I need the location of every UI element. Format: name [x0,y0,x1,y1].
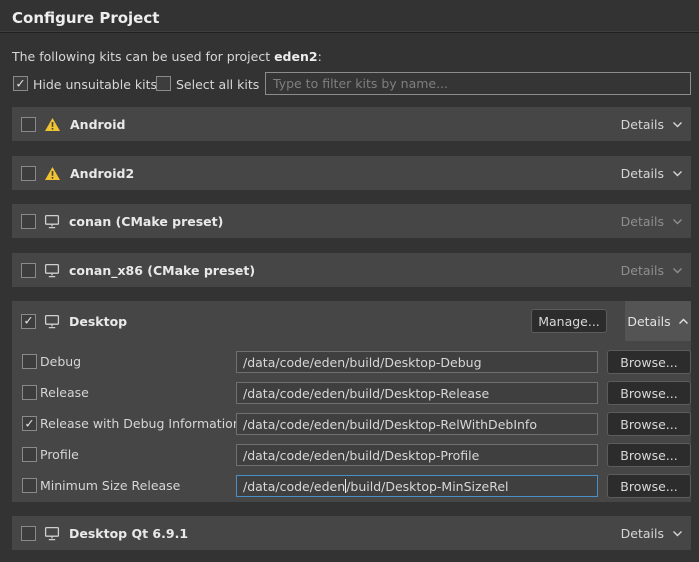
build-config-label: Release with Debug Information [40,412,241,436]
details-button[interactable]: Details [621,204,683,238]
build-config-label: Debug [40,350,81,374]
details-button[interactable]: Details [621,107,683,141]
kit-row-android: Android Details [12,107,691,141]
browse-button[interactable]: Browse... [607,381,691,405]
browse-button[interactable]: Browse... [607,474,691,498]
kit-row-android2: Android2 Details [12,156,691,190]
build-config-row-profile: Profile Browse... [12,443,691,467]
manage-kits-button[interactable]: Manage... [531,309,607,333]
build-dir-input[interactable] [236,444,598,466]
kit-name: Android2 [70,166,134,181]
hide-unsuitable-checkbox[interactable]: ✓ [13,76,28,91]
page-title: Configure Project [12,9,159,27]
chevron-down-icon [672,530,683,537]
build-config-row-debug: Debug Browse... [12,350,691,374]
kit-filter-input[interactable] [265,72,691,95]
chevron-down-icon [672,170,683,177]
kit-row-desktop-qt: Desktop Qt 6.9.1 Details [12,516,691,550]
kit-name: Android [70,117,126,132]
build-dir-input[interactable] [236,382,598,404]
build-config-row-relwithdebinfo: ✓ Release with Debug Information Browse.… [12,412,691,436]
warning-icon [44,117,61,132]
kit-checkbox[interactable] [21,526,36,541]
build-dir-input[interactable]: /data/code/eden/build/Desktop-MinSizeRel [236,475,598,497]
details-label: Details [621,526,664,541]
build-config-checkbox[interactable] [22,385,37,400]
details-label: Details [621,214,664,229]
monitor-icon [44,263,60,278]
details-button[interactable]: Details [621,516,683,550]
kit-name: Desktop Qt 6.9.1 [69,526,188,541]
check-icon: ✓ [15,77,25,89]
browse-button[interactable]: Browse... [607,412,691,436]
browse-button[interactable]: Browse... [607,443,691,467]
monitor-icon [44,314,60,329]
kit-name: conan (CMake preset) [69,214,223,229]
select-all-checkbox[interactable] [156,76,171,91]
kit-checkbox[interactable]: ✓ [21,314,36,329]
title-separator [0,31,699,33]
build-config-label: Minimum Size Release [40,474,180,498]
build-dir-input[interactable] [236,351,598,373]
kits-hint-text: The following kits can be used for proje… [12,49,322,64]
monitor-icon [44,214,60,229]
hide-unsuitable-label: Hide unsuitable kits [33,77,157,92]
select-all-label: Select all kits [176,77,259,92]
monitor-icon [44,526,60,541]
build-config-label: Release [40,381,89,405]
kit-name: conan_x86 (CMake preset) [69,263,255,278]
build-config-checkbox[interactable] [22,354,37,369]
build-config-checkbox[interactable]: ✓ [22,416,37,431]
chevron-down-icon [672,121,683,128]
build-config-row-minsizerel: Minimum Size Release /data/code/eden/bui… [12,474,691,498]
build-dir-input[interactable] [236,413,598,435]
build-config-checkbox[interactable] [22,447,37,462]
check-icon: ✓ [24,417,34,429]
details-label: Details [621,166,664,181]
browse-button[interactable]: Browse... [607,350,691,374]
build-config-row-release: Release Browse... [12,381,691,405]
kit-checkbox[interactable] [21,117,36,132]
kit-checkbox[interactable] [21,166,36,181]
kit-section-desktop: Details ✓ Desktop Manage... Debug Browse… [12,301,691,502]
chevron-down-icon [672,267,683,274]
check-icon: ✓ [23,315,33,327]
kit-checkbox[interactable] [21,263,36,278]
build-config-label: Profile [40,443,79,467]
chevron-down-icon [672,218,683,225]
kit-name: Desktop [69,314,127,329]
kit-checkbox[interactable] [21,214,36,229]
warning-icon [44,166,61,181]
details-label: Details [621,263,664,278]
details-button[interactable]: Details [621,156,683,190]
build-config-checkbox[interactable] [22,478,37,493]
details-label: Details [621,117,664,132]
kit-row-conan: conan (CMake preset) Details [12,204,691,238]
kit-row-conan-x86: conan_x86 (CMake preset) Details [12,253,691,287]
details-button[interactable]: Details [621,253,683,287]
project-name: eden2 [274,49,318,64]
configure-project-page: Configure Project The following kits can… [0,0,699,562]
